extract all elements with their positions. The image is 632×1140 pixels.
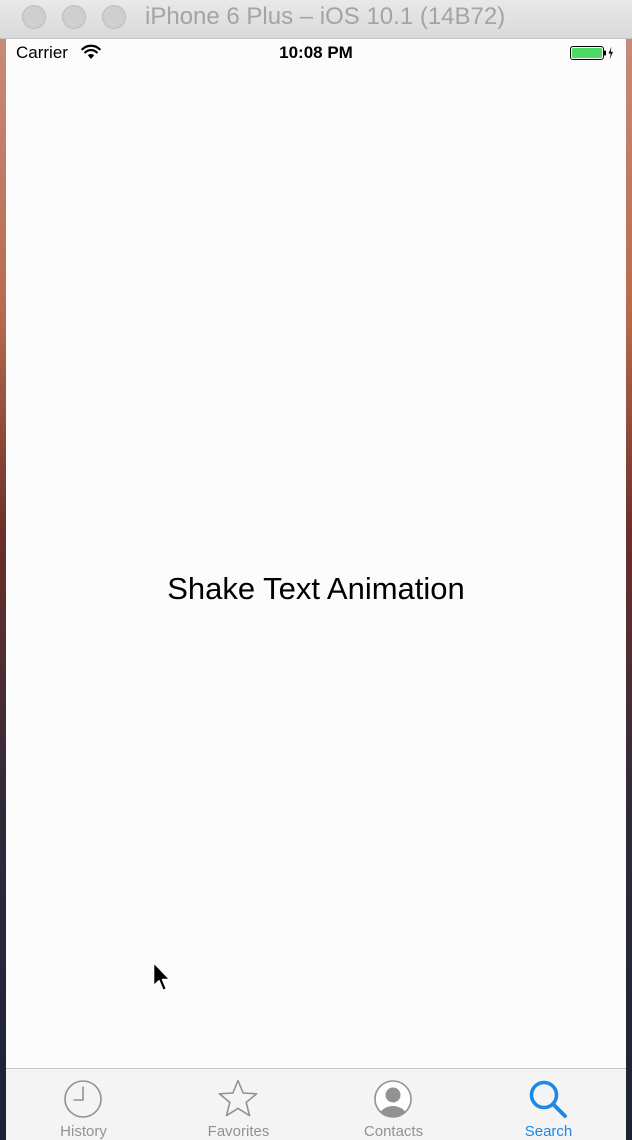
status-time: 10:08 PM [279,43,353,62]
battery-charging-icon [570,46,613,60]
mouse-pointer-icon [152,961,171,992]
star-icon [218,1079,258,1117]
device-screen: Carrier 10:08 PM Shake Text Animation Hi… [6,39,626,1140]
close-window-button[interactable] [22,5,46,29]
shake-text-label: Shake Text Animation [167,571,465,606]
tab-label: Contacts [363,1123,424,1140]
contact-icon [374,1080,412,1118]
tab-bar: History Favorites Contacts Search [6,1068,626,1140]
tab-search[interactable]: Search [471,1069,626,1140]
window-title: iPhone 6 Plus – iOS 10.1 (14B72) [145,3,506,30]
window-titlebar: iPhone 6 Plus – iOS 10.1 (14B72) [0,0,632,39]
minimize-window-button[interactable] [62,5,86,29]
tab-contacts[interactable]: Contacts [316,1069,471,1140]
simulator-window: iPhone 6 Plus – iOS 10.1 (14B72) Carrier… [0,0,632,1140]
desktop-wallpaper-edge [626,39,632,1140]
tab-favorites[interactable]: Favorites [161,1069,316,1140]
tab-label: Favorites [207,1123,270,1140]
status-bar: Carrier 10:08 PM [6,39,626,67]
tab-history[interactable]: History [6,1069,161,1140]
zoom-window-button[interactable] [102,5,126,29]
search-icon [529,1080,567,1118]
tab-label: History [60,1123,107,1140]
tab-label: Search [524,1123,573,1140]
clock-icon [64,1080,102,1118]
